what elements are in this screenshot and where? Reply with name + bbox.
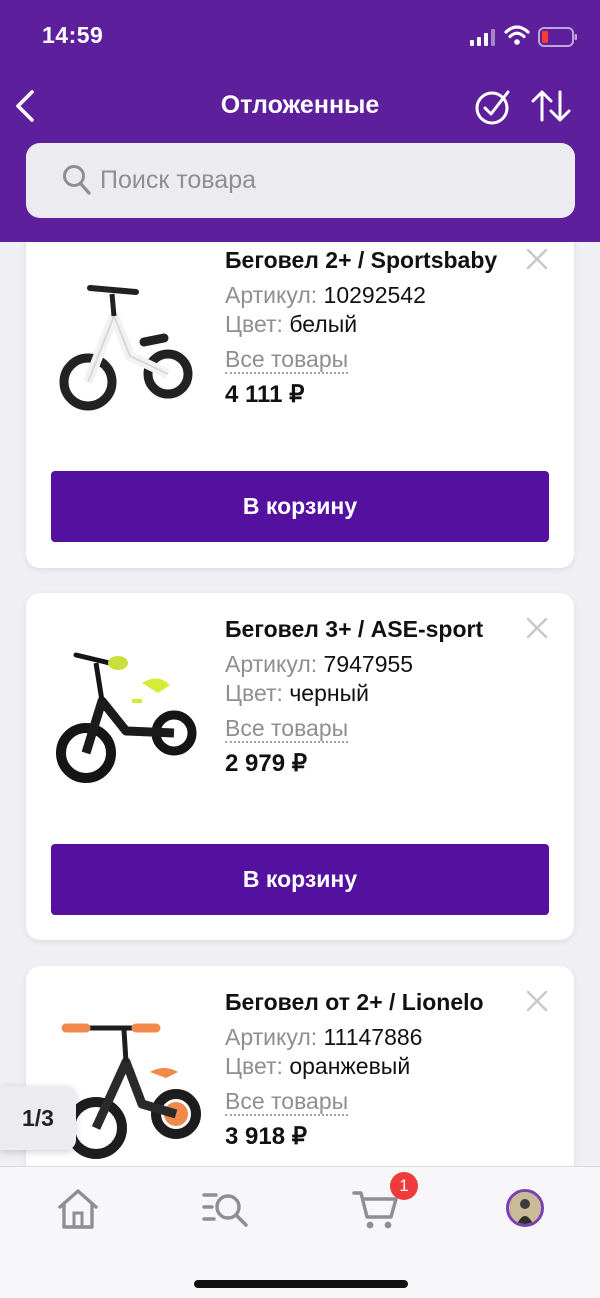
page-indicator: 1/3 (0, 1086, 76, 1150)
favorites-list[interactable]: Беговел 2+ / Sportsbaby Артикул: 1029254… (0, 242, 600, 1166)
sku-label: Артикул: (225, 1024, 318, 1050)
search-input[interactable] (100, 157, 550, 203)
color-row: Цвет: белый (225, 310, 515, 339)
product-info: Беговел от 2+ / Lionelo Артикул: 1114788… (225, 988, 515, 1151)
product-name[interactable]: Беговел 2+ / Sportsbaby (225, 246, 515, 275)
product-image[interactable] (46, 264, 206, 424)
search-icon (63, 165, 91, 195)
catalog-search-icon (202, 1193, 248, 1227)
product-price: 2 979 ₽ (225, 750, 307, 777)
product-info: Беговел 2+ / Sportsbaby Артикул: 1029254… (225, 246, 515, 409)
sort-icon[interactable] (530, 88, 572, 124)
sku-label: Артикул: (225, 651, 318, 677)
header: 14:59 Отложенные (0, 0, 600, 242)
battery-icon (538, 27, 577, 47)
color-value: оранжевый (289, 1053, 411, 1079)
product-card[interactable]: Беговел 2+ / Sportsbaby Артикул: 1029254… (26, 242, 574, 568)
close-icon[interactable] (524, 988, 550, 1014)
sku-row: Артикул: 11147886 (225, 1023, 515, 1052)
status-bar: 14:59 (0, 0, 600, 74)
product-price: 4 111 ₽ (225, 381, 305, 408)
color-value: белый (289, 311, 358, 337)
sku-value: 11147886 (323, 1024, 423, 1050)
sku-value: 10292542 (323, 282, 426, 308)
add-to-cart-button[interactable]: В корзину (51, 471, 549, 542)
avatar-image (509, 1192, 541, 1224)
tab-home[interactable] (52, 1185, 104, 1233)
product-card[interactable]: Беговел 3+ / ASE-sport Артикул: 7947955 … (26, 593, 574, 940)
home-icon (58, 1189, 98, 1229)
wifi-icon (504, 25, 530, 45)
color-value: черный (289, 680, 369, 706)
product-info: Беговел 3+ / ASE-sport Артикул: 7947955 … (225, 615, 515, 778)
all-goods-link[interactable]: Все товары (225, 346, 349, 374)
color-label: Цвет: (225, 680, 283, 706)
all-goods-link[interactable]: Все товары (225, 1088, 349, 1116)
all-goods-link[interactable]: Все товары (225, 715, 349, 743)
nav-bar: Отложенные (0, 74, 600, 138)
tab-catalog[interactable] (200, 1185, 252, 1233)
product-image[interactable] (46, 635, 206, 795)
sku-label: Артикул: (225, 282, 318, 308)
sku-value: 7947955 (323, 651, 414, 677)
cart-badge: 1 (390, 1172, 418, 1200)
product-name[interactable]: Беговел от 2+ / Lionelo (225, 988, 515, 1017)
color-label: Цвет: (225, 1053, 283, 1079)
color-row: Цвет: черный (225, 679, 515, 708)
sku-row: Артикул: 10292542 (225, 281, 515, 310)
tab-bar: 1 (0, 1166, 600, 1298)
select-all-check-icon[interactable] (474, 86, 514, 126)
color-label: Цвет: (225, 311, 283, 337)
close-icon[interactable] (524, 615, 550, 641)
home-indicator (194, 1280, 408, 1288)
product-name[interactable]: Беговел 3+ / ASE-sport (225, 615, 515, 644)
status-time: 14:59 (42, 22, 104, 48)
color-row: Цвет: оранжевый (225, 1052, 515, 1081)
product-price: 3 918 ₽ (225, 1123, 307, 1150)
add-to-cart-button[interactable]: В корзину (51, 844, 549, 915)
search-bar[interactable] (26, 143, 575, 218)
product-card[interactable]: Беговел от 2+ / Lionelo Артикул: 1114788… (26, 966, 574, 1166)
close-icon[interactable] (524, 246, 550, 272)
sku-row: Артикул: 7947955 (225, 650, 515, 679)
cellular-signal-icon (470, 29, 495, 46)
tab-profile-avatar[interactable] (506, 1189, 544, 1227)
